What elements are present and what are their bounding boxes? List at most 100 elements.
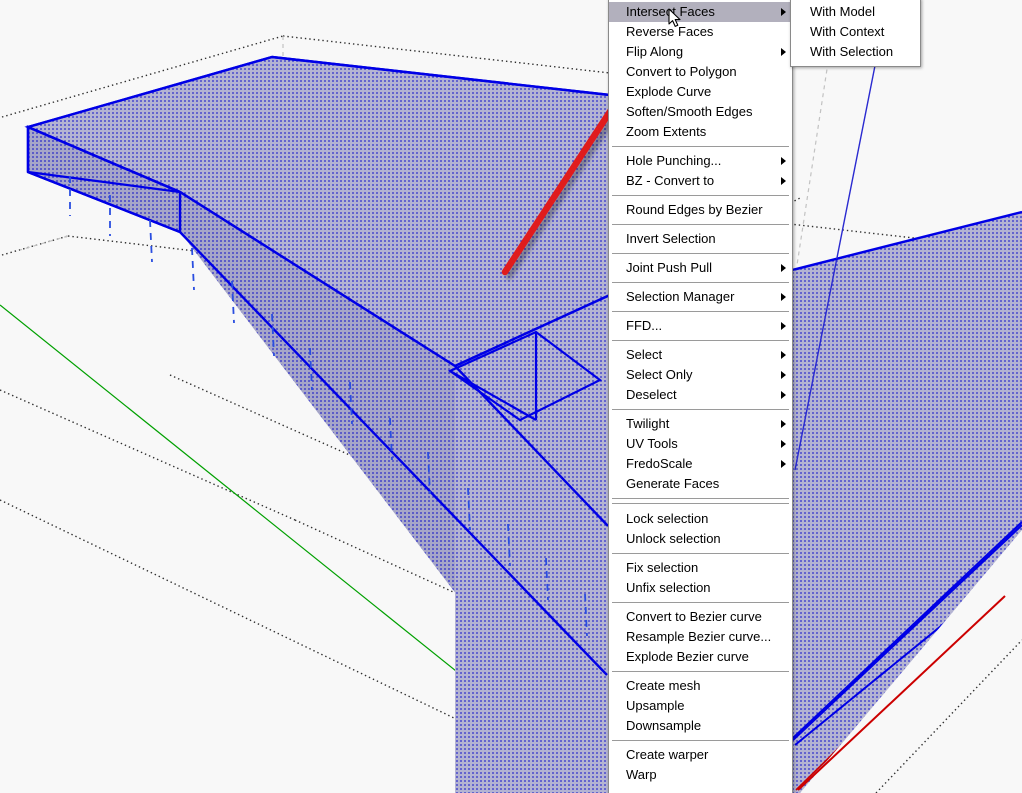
menu-item-downsample[interactable]: Downsample xyxy=(609,716,792,736)
menu-item-warp[interactable]: Warp xyxy=(609,765,792,785)
menu-separator xyxy=(612,602,789,603)
menu-item-deselect[interactable]: Deselect xyxy=(609,385,792,405)
menu-item-explode-curve[interactable]: Explode Curve xyxy=(609,82,792,102)
menu-item-label: Zoom Extents xyxy=(626,124,707,139)
menu-item-label: Soften/Smooth Edges xyxy=(626,104,753,119)
menu-item-label: Reverse Faces xyxy=(626,24,714,39)
menu-item-unfix-selection[interactable]: Unfix selection xyxy=(609,578,792,598)
menu-separator xyxy=(612,503,789,504)
submenu-arrow-icon xyxy=(781,322,786,330)
menu-item-select-only[interactable]: Select Only xyxy=(609,365,792,385)
submenu-arrow-icon xyxy=(781,391,786,399)
menu-item-label: Selection Manager xyxy=(626,289,735,304)
menu-item-create-mesh[interactable]: Create mesh xyxy=(609,676,792,696)
submenu-item-with-context[interactable]: With Context xyxy=(791,22,920,42)
menu-item-label: Generate Faces xyxy=(626,476,720,491)
menu-item-round-edges-by-bezier[interactable]: Round Edges by Bezier xyxy=(609,200,792,220)
model-canvas xyxy=(0,0,1022,793)
menu-separator xyxy=(612,671,789,672)
menu-separator xyxy=(612,409,789,410)
menu-item-label: Deselect xyxy=(626,387,677,402)
submenu-arrow-icon xyxy=(781,8,786,16)
menu-item-label: Unlock selection xyxy=(626,531,721,546)
menu-item-label: Invert Selection xyxy=(626,231,716,246)
menu-item-label: Resample Bezier curve... xyxy=(626,629,772,644)
menu-separator xyxy=(612,498,789,499)
menu-separator xyxy=(612,553,789,554)
menu-item-label: Twilight xyxy=(626,416,670,431)
submenu-item-label: With Model xyxy=(810,4,876,19)
menu-item-uv-tools[interactable]: UV Tools xyxy=(609,434,792,454)
menu-item-label: Create warper xyxy=(626,747,709,762)
menu-item-label: BZ - Convert to xyxy=(626,173,715,188)
menu-item-create-warper[interactable]: Create warper xyxy=(609,745,792,765)
menu-separator xyxy=(612,195,789,196)
sketchup-window: Intersect Faces Reverse Faces Flip Along Co… xyxy=(0,0,1022,793)
menu-separator xyxy=(612,311,789,312)
menu-item-select[interactable]: Select xyxy=(609,345,792,365)
menu-item-reverse-faces[interactable]: Reverse Faces xyxy=(609,22,792,42)
menu-item-label: Select Only xyxy=(626,367,693,382)
context-menu[interactable]: Intersect Faces Reverse Faces Flip Along Co… xyxy=(608,0,793,793)
menu-item-resample-bezier-curve[interactable]: Resample Bezier curve... xyxy=(609,627,792,647)
submenu-arrow-icon xyxy=(781,371,786,379)
menu-item-lock-selection[interactable]: Lock selection xyxy=(609,509,792,529)
menu-item-explode-bezier-curve[interactable]: Explode Bezier curve xyxy=(609,647,792,667)
submenu-item-with-model[interactable]: With Model xyxy=(791,2,920,22)
menu-item-label: Warp xyxy=(626,767,657,782)
submenu-arrow-icon xyxy=(781,264,786,272)
menu-item-label: Convert to Bezier curve xyxy=(626,609,762,624)
submenu-arrow-icon xyxy=(781,177,786,185)
menu-item-intersect-faces[interactable]: Intersect Faces xyxy=(609,2,792,22)
menu-item-label: Fix selection xyxy=(626,560,699,575)
menu-item-hole-punching[interactable]: Hole Punching... xyxy=(609,151,792,171)
intersect-faces-submenu[interactable]: With Model With Context With Selection xyxy=(790,0,921,67)
model-viewport[interactable] xyxy=(0,0,1022,793)
menu-item-upsample[interactable]: Upsample xyxy=(609,696,792,716)
menu-item-label: Downsample xyxy=(626,718,702,733)
submenu-arrow-icon xyxy=(781,420,786,428)
menu-item-soften-smooth-edges[interactable]: Soften/Smooth Edges xyxy=(609,102,792,122)
menu-item-label: Select xyxy=(626,347,663,362)
menu-item-convert-to-bezier-curve[interactable]: Convert to Bezier curve xyxy=(609,607,792,627)
menu-separator xyxy=(612,340,789,341)
menu-item-joint-push-pull[interactable]: Joint Push Pull xyxy=(609,258,792,278)
submenu-item-with-selection[interactable]: With Selection xyxy=(791,42,920,62)
menu-item-invert-selection[interactable]: Invert Selection xyxy=(609,229,792,249)
menu-item-convert-to-polygon[interactable]: Convert to Polygon xyxy=(609,62,792,82)
menu-item-flip-along[interactable]: Flip Along xyxy=(609,42,792,62)
menu-item-ffd[interactable]: FFD... xyxy=(609,316,792,336)
menu-separator xyxy=(612,740,789,741)
submenu-item-label: With Context xyxy=(810,24,885,39)
menu-separator xyxy=(612,253,789,254)
submenu-arrow-icon xyxy=(781,351,786,359)
submenu-item-label: With Selection xyxy=(810,44,894,59)
menu-item-fredoscale[interactable]: FredoScale xyxy=(609,454,792,474)
menu-item-label: Hole Punching... xyxy=(626,153,722,168)
menu-item-unlock-selection[interactable]: Unlock selection xyxy=(609,529,792,549)
submenu-arrow-icon xyxy=(781,293,786,301)
menu-item-twilight[interactable]: Twilight xyxy=(609,414,792,434)
menu-item-generate-faces[interactable]: Generate Faces xyxy=(609,474,792,494)
menu-item-label: Lock selection xyxy=(626,511,709,526)
menu-item-selection-manager[interactable]: Selection Manager xyxy=(609,287,792,307)
menu-item-bz-convert-to[interactable]: BZ - Convert to xyxy=(609,171,792,191)
menu-item-fix-selection[interactable]: Fix selection xyxy=(609,558,792,578)
submenu-arrow-icon xyxy=(781,440,786,448)
menu-separator xyxy=(612,224,789,225)
menu-item-label: Upsample xyxy=(626,698,685,713)
menu-item-label: FFD... xyxy=(626,318,663,333)
menu-item-label: Round Edges by Bezier xyxy=(626,202,763,217)
menu-item-label: UV Tools xyxy=(626,436,678,451)
menu-item-label: Explode Bezier curve xyxy=(626,649,749,664)
menu-item-label: Intersect Faces xyxy=(626,4,715,19)
menu-item-label: Create mesh xyxy=(626,678,701,693)
menu-item-label: Unfix selection xyxy=(626,580,711,595)
submenu-arrow-icon xyxy=(781,157,786,165)
menu-item-label: FredoScale xyxy=(626,456,693,471)
menu-item-label: Explode Curve xyxy=(626,84,712,99)
menu-separator xyxy=(612,282,789,283)
menu-separator xyxy=(612,146,789,147)
submenu-arrow-icon xyxy=(781,460,786,468)
menu-item-zoom-extents[interactable]: Zoom Extents xyxy=(609,122,792,142)
